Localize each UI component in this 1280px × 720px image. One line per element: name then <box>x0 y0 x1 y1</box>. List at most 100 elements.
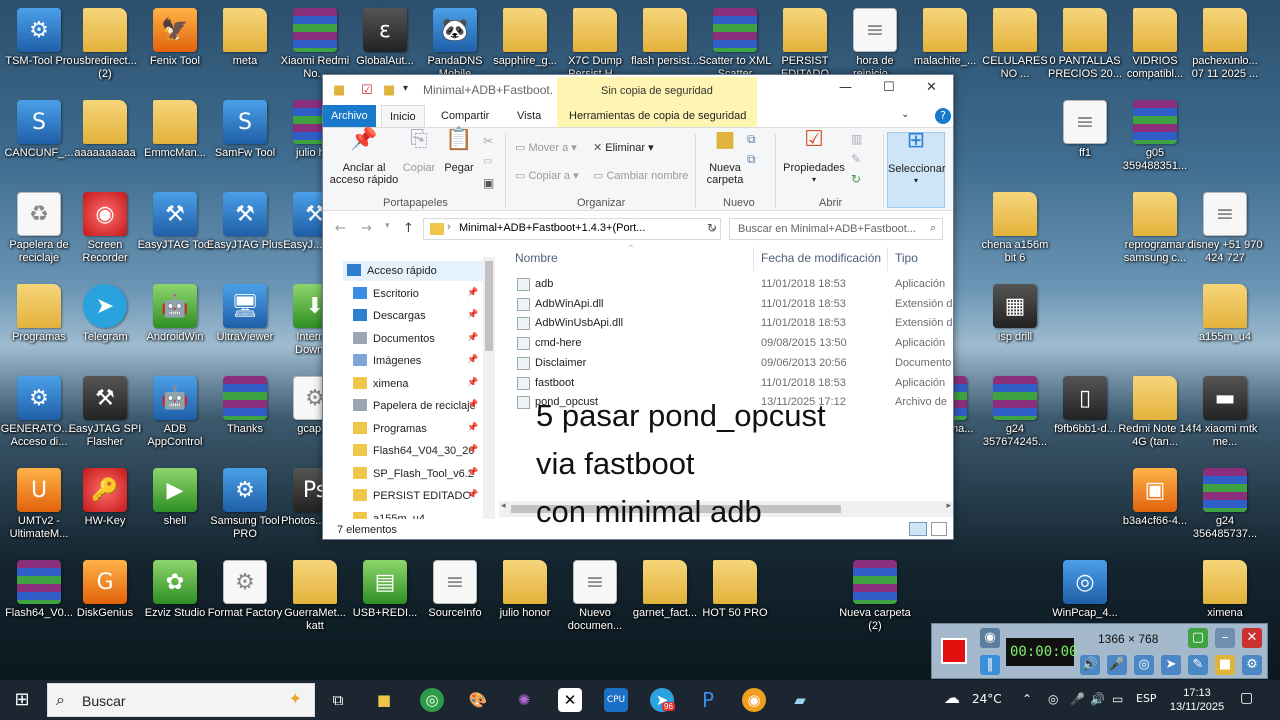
refresh-icon[interactable]: ↻ <box>707 221 717 235</box>
app-tool-icon[interactable]: ▰ <box>788 688 812 712</box>
chrome-icon[interactable]: ◎ <box>420 688 444 712</box>
scroll-right-icon[interactable]: ▸ <box>946 501 951 511</box>
task-view-icon[interactable]: ⧉ <box>326 688 350 712</box>
tab-inicio[interactable]: Inicio <box>381 105 425 127</box>
nav-item[interactable]: PERSIST EDITADO F <box>353 486 475 506</box>
history-icon[interactable]: ↻ <box>851 172 861 186</box>
pin-icon[interactable]: 📌 <box>467 355 478 365</box>
folder-icon[interactable]: ■ <box>1215 655 1235 675</box>
desktop-icon[interactable]: meta <box>206 4 284 92</box>
desktop-icon[interactable]: CELULARES NO ... <box>976 4 1054 92</box>
desktop-icon[interactable]: g24 356485737... <box>1186 464 1264 552</box>
tab-compartir[interactable]: Compartir <box>433 105 497 127</box>
open-icon[interactable]: ▥ <box>851 132 862 146</box>
column-tipo[interactable]: Tipo <box>895 251 918 265</box>
pause-icon[interactable]: ‖ <box>980 655 1000 675</box>
desktop-icon[interactable]: ≡ ff1 <box>1046 96 1124 184</box>
desktop-icon[interactable]: ✿ Ezviz Studio <box>136 556 214 644</box>
desktop-icon[interactable]: pachexunlo... 07 11 2025 ... <box>1186 4 1264 92</box>
forward-icon[interactable]: → <box>361 221 372 236</box>
desktop-icon[interactable]: 🤖 AndroidWin <box>136 280 214 368</box>
desktop-icon[interactable]: ▣ b3a4cf66-4... <box>1116 464 1194 552</box>
tab-archivo[interactable]: Archivo <box>323 105 376 127</box>
large-icons-view-icon[interactable] <box>931 522 947 536</box>
column-nombre[interactable]: Nombre <box>515 251 558 265</box>
desktop-icon[interactable]: Thanks <box>206 372 284 460</box>
desktop-icon[interactable]: 🦅 Fenix Tool <box>136 4 214 92</box>
nav-item[interactable]: Papelera de reciclaje <box>353 396 475 416</box>
desktop-icon[interactable]: aaaaaaaaaa <box>66 96 144 184</box>
stop-record-button[interactable] <box>941 638 967 664</box>
desktop-icon[interactable]: HOT 50 PRO <box>696 556 774 644</box>
notifications-icon[interactable]: ▢ <box>1240 690 1253 706</box>
desktop-icon[interactable]: chena a156m bit 6 <box>976 188 1054 276</box>
desktop-icon[interactable]: a155m_u4 <box>1186 280 1264 368</box>
desktop-icon[interactable]: ➤ Telegram <box>66 280 144 368</box>
up-icon[interactable]: ↑ <box>403 221 414 236</box>
windows-start-icon[interactable]: ⊞ <box>10 688 34 712</box>
minimize-recorder-icon[interactable]: – <box>1215 628 1235 648</box>
nav-item[interactable]: a155m_u4 <box>353 509 475 519</box>
desktop-icon[interactable]: Redmi Note 14 4G (tan... <box>1116 372 1194 460</box>
network-icon[interactable]: ▭ <box>1112 692 1123 706</box>
scroll-left-icon[interactable]: ◂ <box>501 501 506 511</box>
pdf-icon[interactable]: P <box>696 688 720 712</box>
pin-icon[interactable]: 📌 <box>467 310 478 320</box>
paste-button[interactable]: 📋 Pegar <box>441 129 477 175</box>
volume-icon[interactable]: 🔊 <box>1090 692 1105 706</box>
desktop-icon[interactable]: ≡ Nuevo documen... <box>556 556 634 644</box>
desktop-icon[interactable]: EmmcMan... <box>136 96 214 184</box>
desktop-icon[interactable]: ▶ shell <box>136 464 214 552</box>
desktop-icon[interactable]: usbredirect... (2) <box>66 4 144 92</box>
address-path[interactable]: › Minimal+ADB+Fastboot+1.4.3+(Port... ⌄ <box>423 218 721 240</box>
desktop-icon[interactable]: G DiskGenius <box>66 556 144 644</box>
pin-icon[interactable]: 📌 <box>467 468 478 478</box>
cut-icon[interactable]: ✂ <box>483 134 493 148</box>
file-row[interactable]: AdbWinApi.dll 11/01/2018 18:53 Extensión d… <box>499 295 953 315</box>
collapse-ribbon-icon[interactable]: ⌄ <box>901 109 909 120</box>
desktop-icon[interactable]: ▯ f9fb6bb1-d... <box>1046 372 1124 460</box>
pin-icon[interactable]: 📌 <box>467 445 478 455</box>
desktop-icon[interactable]: g05 359488351... <box>1116 96 1194 184</box>
desktop-icon[interactable]: 🖥 UltraViewer <box>206 280 284 368</box>
language-indicator[interactable]: ESP <box>1136 692 1157 705</box>
qat-dropdown-icon[interactable]: ▾ <box>403 83 408 94</box>
desktop-icon[interactable]: 0 PANTALLAS PRECIOS 20... <box>1046 4 1124 92</box>
clock[interactable]: 17:13 13/11/2025 <box>1163 686 1231 714</box>
region-icon[interactable]: ▢ <box>1188 628 1208 648</box>
desktop-icon[interactable]: garnet_fact... <box>626 556 704 644</box>
file-row[interactable]: adb 11/01/2018 18:53 Aplicación <box>499 275 953 295</box>
desktop-icon[interactable]: ⚒ EasyJTAG Tool <box>136 188 214 276</box>
desktop-icon[interactable]: ▦ isp drill <box>976 280 1054 368</box>
speaker-icon[interactable]: 🔊 <box>1080 655 1100 675</box>
weather-icon[interactable]: ☁ <box>944 688 960 707</box>
new-item-icon[interactable]: ⧉ <box>747 132 756 147</box>
pin-icon[interactable]: 📌 <box>467 333 478 343</box>
pin-icon[interactable]: 📌 <box>467 490 478 500</box>
tab-herramientas-copia[interactable]: Herramientas de copia de seguridad <box>561 105 755 127</box>
close-recorder-icon[interactable]: ✕ <box>1242 628 1262 648</box>
pin-icon[interactable]: 📌 <box>467 400 478 410</box>
copy-path-icon[interactable]: ▭ <box>483 156 492 167</box>
desktop-icon[interactable]: reprogramar samsung c... <box>1116 188 1194 276</box>
nav-item[interactable]: Flash64_V04_30_2024 <box>353 441 475 461</box>
nav-item[interactable]: Programas <box>353 419 475 439</box>
desktop-icon[interactable]: ⚒ EasyJTAG Plus <box>206 188 284 276</box>
file-row[interactable]: cmd-here 09/08/2015 13:50 Aplicación <box>499 334 953 354</box>
new-folder-button[interactable]: ■ Nueva carpeta <box>701 129 749 187</box>
desktop-icon[interactable]: 🤖 ADB AppControl <box>136 372 214 460</box>
desktop-icon[interactable]: S SamFw Tool <box>206 96 284 184</box>
move-to-button[interactable]: ▭ Mover a ▾ <box>515 142 577 154</box>
desktop-icon[interactable]: GuerraMet... katt <box>276 556 354 644</box>
desktop-icon[interactable]: ⚒ EasyJTAG SPI Flasher <box>66 372 144 460</box>
desktop-icon[interactable]: ≡ SourceInfo <box>416 556 494 644</box>
cpu-z-icon[interactable]: CPU <box>604 688 628 712</box>
column-fecha[interactable]: Fecha de modificación <box>761 251 881 265</box>
close-button[interactable]: ✕ <box>926 80 937 95</box>
nav-item[interactable]: Escritorio <box>353 284 475 304</box>
nav-item[interactable]: SP_Flash_Tool_v6.2 <box>353 464 475 484</box>
file-row[interactable]: Disclaimer 09/06/2013 20:56 Documento <box>499 354 953 374</box>
temperature[interactable]: 24°C <box>972 692 1002 706</box>
mic-tray-icon[interactable]: 🎤 <box>1070 692 1085 706</box>
desktop-icon[interactable]: ▤ USB+REDI... <box>346 556 424 644</box>
